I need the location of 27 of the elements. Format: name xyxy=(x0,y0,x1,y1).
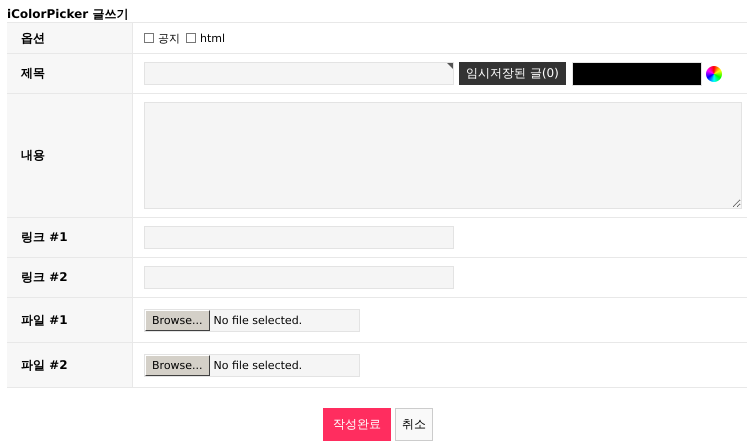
field-label: 파일 #2 xyxy=(21,356,68,374)
checkbox-label: 공지 xyxy=(158,30,180,46)
link-field[interactable] xyxy=(144,266,454,289)
file-status: No file selected. xyxy=(212,314,302,326)
page-title: iColorPicker 글쓰기 xyxy=(6,6,128,22)
color-wheel-icon[interactable] xyxy=(706,66,722,82)
field-label: 내용 xyxy=(21,147,45,164)
cancel-button[interactable]: 취소 xyxy=(395,408,433,441)
field-label: 제목 xyxy=(21,65,45,82)
color-field[interactable] xyxy=(572,62,702,86)
field-label: 링크 #1 xyxy=(21,229,68,246)
file-field[interactable]: Browse... No file selected. xyxy=(144,354,360,376)
subject-field[interactable] xyxy=(144,62,454,85)
checkbox[interactable] xyxy=(186,33,196,43)
content-field[interactable] xyxy=(144,102,742,209)
file-status: No file selected. xyxy=(212,358,302,372)
field-label: 링크 #2 xyxy=(21,269,68,286)
file-field[interactable]: Browse... No file selected. xyxy=(144,308,360,332)
saved-drafts-button[interactable]: 임시저장된 글(0) xyxy=(459,62,566,85)
field-label: 옵션 xyxy=(21,30,45,46)
browse-button[interactable]: Browse... xyxy=(145,310,210,330)
browse-button[interactable]: Browse... xyxy=(145,354,210,376)
checkbox[interactable] xyxy=(144,33,154,43)
link-field[interactable] xyxy=(144,226,454,249)
submit-button[interactable]: 작성완료 xyxy=(323,408,391,441)
field-label: 파일 #1 xyxy=(21,312,68,328)
checkbox-label: html xyxy=(200,32,226,44)
